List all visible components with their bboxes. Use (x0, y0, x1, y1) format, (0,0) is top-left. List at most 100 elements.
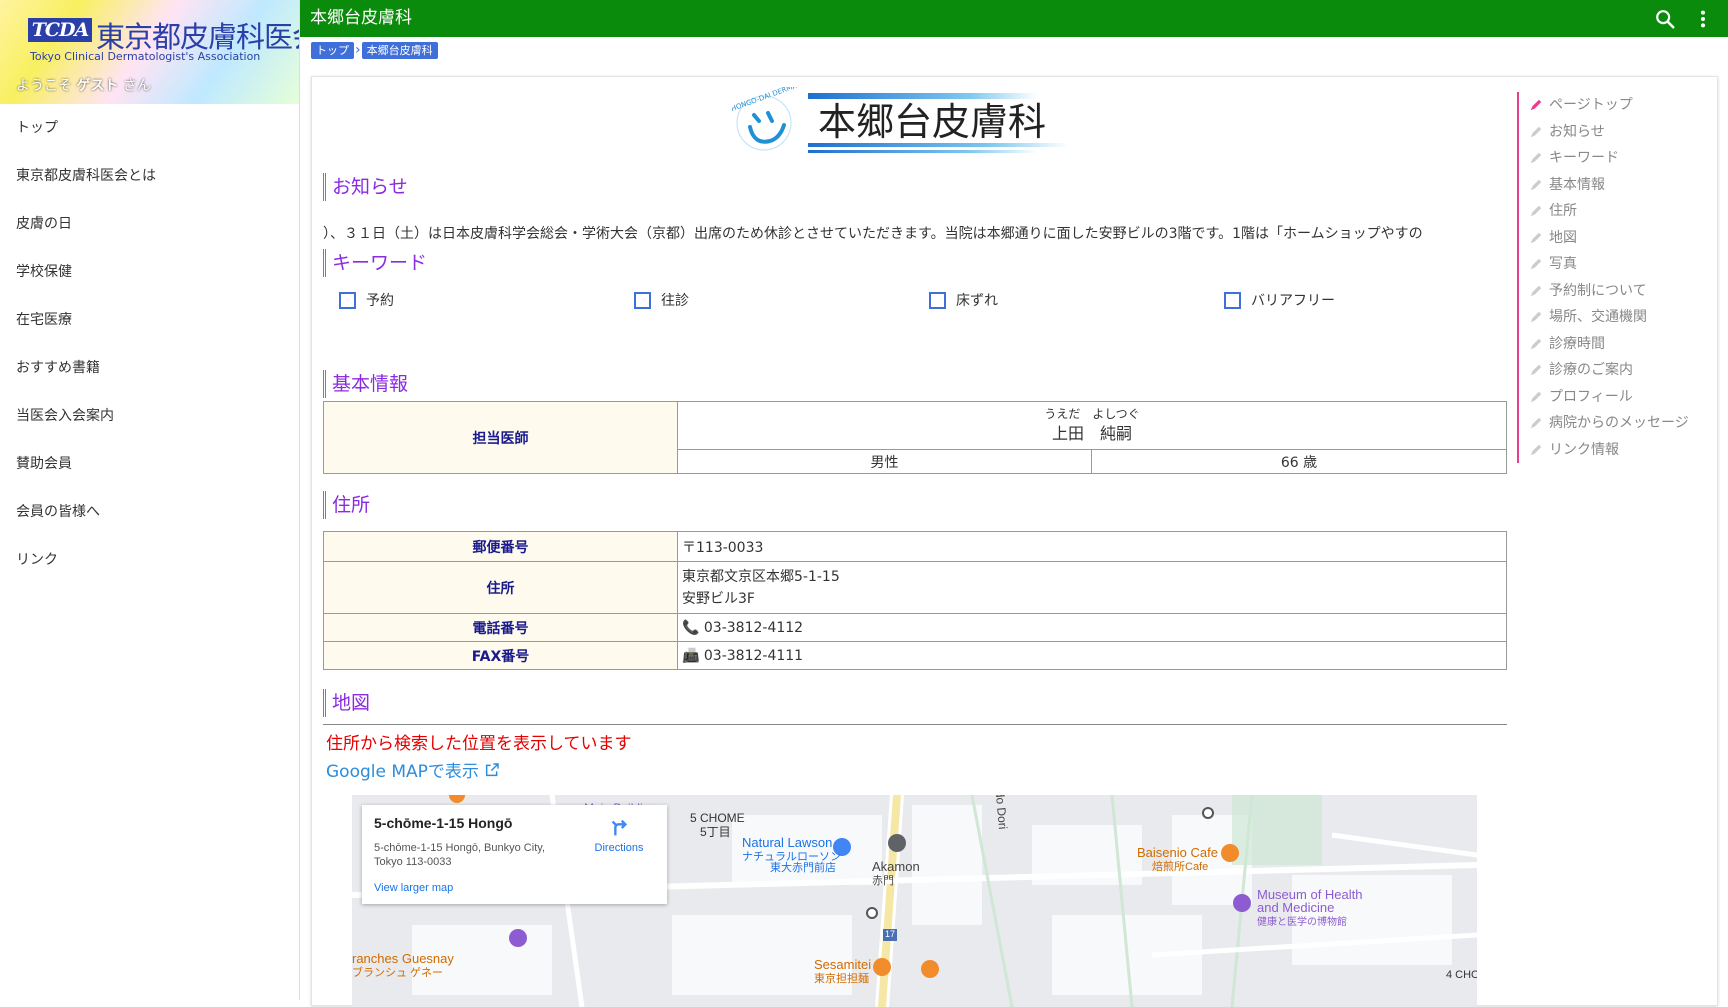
toc-item-page-top[interactable]: ページトップ (1529, 92, 1712, 119)
fax-cell: 📠 03-3812-4111 (677, 641, 1507, 670)
sidebar-item-about[interactable]: 東京都皮膚科医会とは (0, 152, 299, 200)
address-table: 郵便番号 〒113-0033 住所 東京都文京区本郷5-1-15 安野ビル3F … (323, 531, 1507, 670)
pencil-icon (1530, 100, 1542, 111)
toc-item-profile[interactable]: プロフィール (1529, 384, 1712, 411)
pencil-icon (1530, 391, 1542, 402)
tel-cell: 📞 03-3812-4112 (677, 613, 1507, 642)
toc-item-hours[interactable]: 診療時間 (1529, 331, 1712, 358)
toc-item-reservation[interactable]: 予約制について (1529, 278, 1712, 305)
sidebar-item-members[interactable]: 会員の皆様へ (0, 488, 299, 536)
pencil-icon (1530, 365, 1542, 376)
pencil-icon (1530, 179, 1542, 190)
toc-item-message[interactable]: 病院からのメッセージ (1529, 410, 1712, 437)
toc-item-access[interactable]: 場所、交通機関 (1529, 304, 1712, 331)
address-line-1: 東京都文京区本郷5-1-15 (682, 568, 840, 585)
logo-subtitle: Tokyo Clinical Dermatologist's Associati… (30, 50, 261, 63)
postal-label: 郵便番号 (323, 531, 678, 562)
sidebar-item-school-health[interactable]: 学校保健 (0, 248, 299, 296)
more-vert-icon[interactable] (1692, 8, 1714, 30)
checkbox-icon[interactable] (634, 291, 651, 309)
doctor-gender: 男性 (677, 449, 1092, 474)
breadcrumb-home[interactable]: トップ (311, 42, 354, 59)
pencil-icon (1530, 418, 1542, 429)
toc-item-map[interactable]: 地図 (1529, 225, 1712, 252)
checkbox-icon[interactable] (929, 291, 946, 309)
section-address-heading: 住所 (323, 491, 370, 519)
directions-icon (611, 819, 628, 836)
toc-item-services[interactable]: 診療のご案内 (1529, 357, 1712, 384)
hospital-logo: HONGO-DAI DERMATOLOGY 本郷台皮膚科 (732, 87, 1068, 153)
fax-icon: 📠 (682, 647, 700, 664)
map-label-akamon-jp: 赤門 (872, 875, 894, 887)
toc-item-photos[interactable]: 写真 (1529, 251, 1712, 278)
directions-label: Directions (594, 842, 644, 854)
keyword-home-visit[interactable]: 往診 (634, 290, 689, 310)
google-map-link-label: Google MAPで表示 (326, 762, 479, 782)
address-line-2: 安野ビル3F (682, 590, 755, 607)
search-icon[interactable] (1654, 8, 1676, 30)
pencil-icon (1530, 444, 1542, 455)
page-title: 本郷台皮膚科 (310, 8, 412, 28)
address-value: 東京都文京区本郷5-1-15 安野ビル3F (677, 561, 1507, 614)
hospital-name: 本郷台皮膚科 (818, 100, 1046, 144)
sidebar-item-home-care[interactable]: 在宅医療 (0, 296, 299, 344)
toc-item-news[interactable]: お知らせ (1529, 119, 1712, 146)
pencil-icon (1530, 338, 1542, 349)
map-label-dori: do Dori (992, 795, 1011, 830)
phone-icon: 📞 (682, 619, 700, 636)
doctor-cell: うえだ よしつぐ 上田 純嗣 (677, 401, 1507, 450)
external-link-icon (485, 762, 499, 776)
sidebar-item-join[interactable]: 当医会入会案内 (0, 392, 299, 440)
tel-number[interactable]: 03-3812-4112 (704, 620, 803, 636)
pencil-icon (1530, 153, 1542, 164)
map-label-route: 17 (885, 929, 896, 939)
pencil-icon (1530, 259, 1542, 270)
fax-label: FAX番号 (323, 641, 678, 670)
map-label-chome-4: 4 CHO (1446, 969, 1477, 981)
breadcrumb: トップ › 本郷台皮膚科 (311, 42, 438, 59)
map-label-guesnay-jp: ブランシュ ゲネー (352, 967, 444, 979)
sidebar-item-links[interactable]: リンク (0, 536, 299, 584)
directions-button[interactable]: Directions (589, 817, 649, 854)
basic-info-table: 担当医師 うえだ よしつぐ 上田 純嗣 男性 66 歳 (323, 401, 1507, 474)
toc-item-basic[interactable]: 基本情報 (1529, 172, 1712, 199)
map-info-window: 5-chōme-1-15 Hongō 5-chōme-1-15 Hongō, B… (362, 805, 667, 904)
map-note: 住所から検索した位置を表示しています (326, 734, 632, 754)
postal-code: 〒113-0033 (677, 531, 1507, 562)
keyword-reservation[interactable]: 予約 (339, 290, 394, 310)
logo-mark: TCDA (28, 18, 92, 42)
content-card: HONGO-DAI DERMATOLOGY 本郷台皮膚科 お知らせ ）、３１日（… (311, 76, 1718, 1007)
breadcrumb-current: 本郷台皮膚科 (361, 42, 438, 59)
toc-item-keywords[interactable]: キーワード (1529, 145, 1712, 172)
google-map-link[interactable]: Google MAPで表示 (326, 757, 500, 782)
association-logo[interactable]: TCDA 東京都皮膚科医会 Tokyo Clinical Dermatologi… (0, 0, 299, 104)
view-larger-map-link[interactable]: View larger map (374, 882, 655, 894)
welcome-prefix: ようこそ (16, 78, 72, 94)
welcome-message: ようこそ ゲスト さん (16, 75, 151, 95)
sidebar-item-skin-day[interactable]: 皮膚の日 (0, 200, 299, 248)
section-basic-heading: 基本情報 (323, 370, 408, 398)
toc-item-address[interactable]: 住所 (1529, 198, 1712, 225)
checkbox-icon[interactable] (339, 291, 356, 309)
welcome-user: ゲスト (76, 78, 119, 94)
section-news-heading: お知らせ (323, 173, 408, 201)
sidebar-item-sponsors[interactable]: 賛助会員 (0, 440, 299, 488)
sidebar-nav: トップ 東京都皮膚科医会とは 皮膚の日 学校保健 在宅医療 おすすめ書籍 当医会… (0, 104, 299, 584)
embedded-map[interactable]: 5 CHOME 5丁目 Main Building Natural Lawson… (352, 795, 1477, 1007)
keyword-bedsore[interactable]: 床ずれ (929, 290, 998, 310)
chevron-right-icon: › (355, 42, 361, 58)
keyword-barrier-free[interactable]: バリアフリー (1224, 290, 1335, 310)
sidebar-item-top[interactable]: トップ (0, 104, 299, 152)
section-keywords-heading: キーワード (323, 249, 427, 277)
top-app-bar: 本郷台皮膚科 (300, 0, 1728, 37)
sidebar: TCDA 東京都皮膚科医会 Tokyo Clinical Dermatologi… (0, 0, 300, 1000)
toc-item-links[interactable]: リンク情報 (1529, 437, 1712, 464)
checkbox-icon[interactable] (1224, 291, 1241, 309)
map-info-address: 5-chōme-1-15 Hongō, Bunkyo City, Tokyo 1… (374, 842, 545, 868)
map-label-chome-jp: 5丁目 (700, 825, 731, 839)
doctor-name: 上田 純嗣 (1051, 423, 1132, 443)
sidebar-item-books[interactable]: おすすめ書籍 (0, 344, 299, 392)
section-divider (323, 724, 1507, 725)
pencil-icon (1530, 126, 1542, 137)
news-ticker: ）、３１日（土）は日本皮膚科学会総会・学術大会（京都）出席のため休診とさせていた… (323, 226, 1423, 242)
